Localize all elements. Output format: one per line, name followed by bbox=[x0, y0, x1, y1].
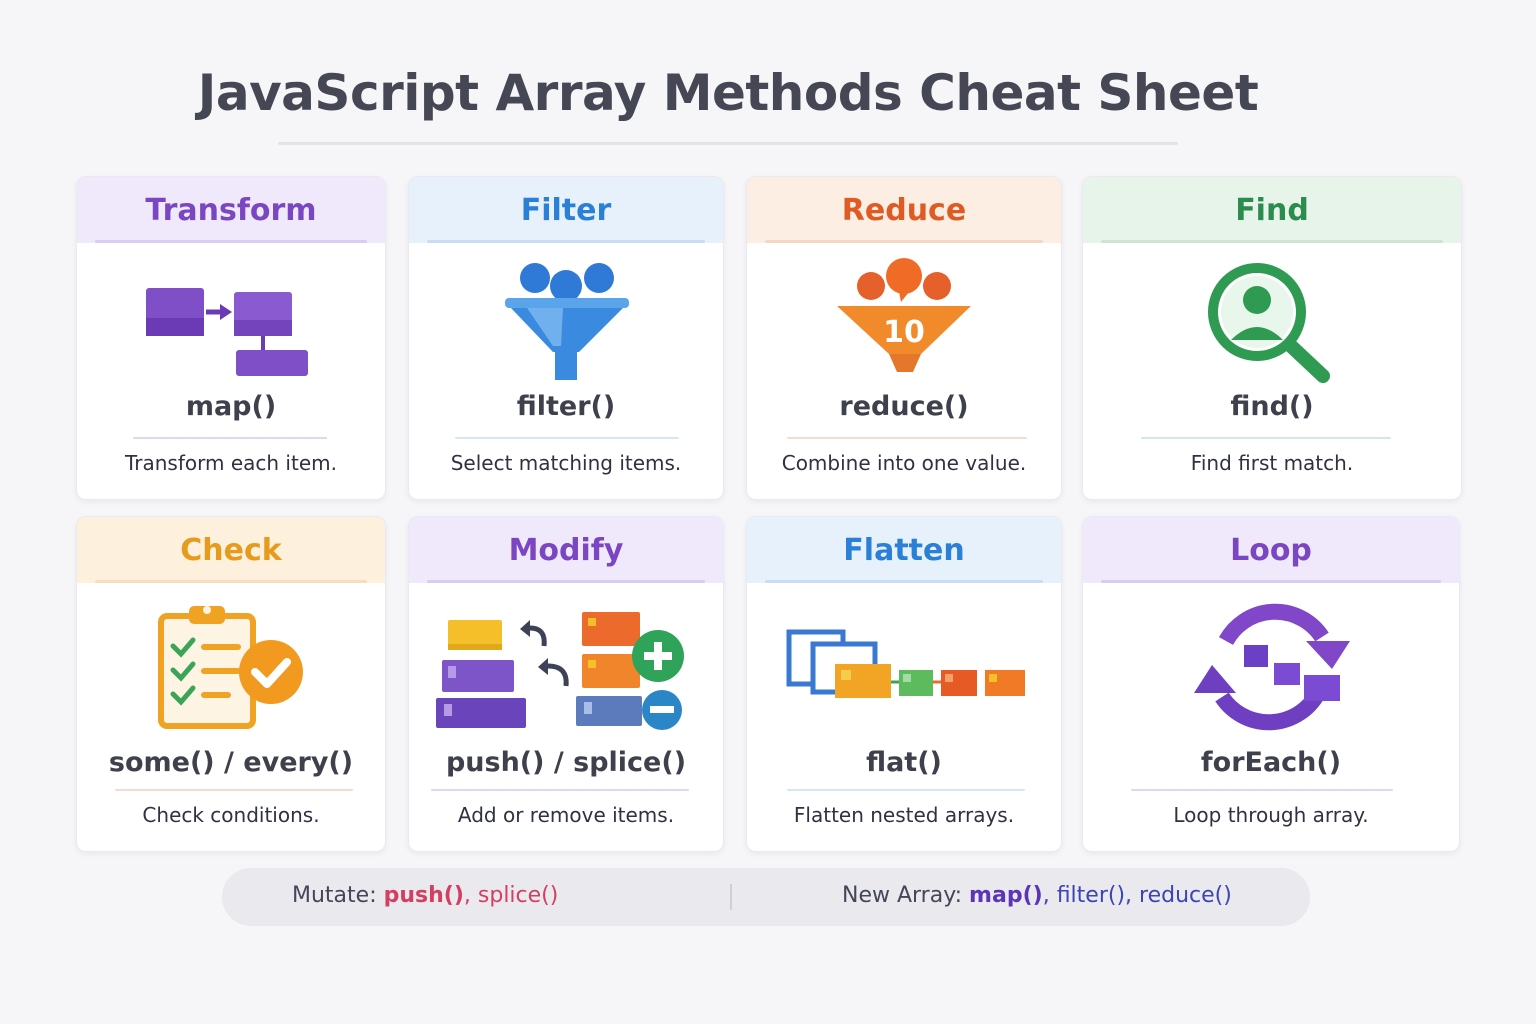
card-reduce: Reduce 10 reduce() Combine into one valu… bbox=[746, 176, 1062, 500]
method-description: Transform each item. bbox=[125, 451, 337, 475]
legend-bar: Mutate: push(), splice() New Array: map(… bbox=[222, 868, 1310, 926]
card-header: Loop bbox=[1083, 517, 1459, 583]
method-name: push() / splice() bbox=[445, 747, 687, 778]
method-name: map() bbox=[185, 391, 277, 422]
mutate-separator: , bbox=[463, 883, 471, 908]
card-header: Modify bbox=[409, 517, 723, 583]
card-category: Filter bbox=[520, 192, 612, 228]
method-description: Loop through array. bbox=[1173, 803, 1369, 827]
new-array-primary: map() bbox=[969, 883, 1043, 908]
page-title: JavaScript Array Methods Cheat Sheet bbox=[197, 64, 1259, 122]
method-name: flat() bbox=[866, 747, 942, 778]
card-modify: Modify push() / splice() Add or remove i… bbox=[408, 516, 724, 852]
mutate-secondary: splice() bbox=[477, 883, 559, 908]
card-filter: Filter filter() Select matching items. bbox=[408, 176, 724, 500]
method-description: Combine into one value. bbox=[781, 451, 1027, 475]
method-name: reduce() bbox=[839, 391, 969, 422]
new-array-separator: , bbox=[1042, 883, 1050, 908]
method-name: find() bbox=[1230, 391, 1314, 422]
card-category: Find bbox=[1235, 192, 1309, 228]
card-header: Transform bbox=[77, 177, 385, 243]
card-loop: Loop forEach() Loop through array. bbox=[1082, 516, 1460, 852]
card-category: Transform bbox=[145, 192, 317, 228]
add-remove-blocks-icon bbox=[436, 612, 684, 730]
method-description: Find first match. bbox=[1190, 451, 1354, 475]
card-header: Reduce bbox=[747, 177, 1061, 243]
card-category: Check bbox=[180, 532, 282, 568]
loop-cycle-icon bbox=[1194, 603, 1350, 731]
new-array-legend: New Array: map(), filter(), reduce() bbox=[842, 883, 1232, 908]
method-name: some() / every() bbox=[108, 747, 354, 778]
card-check: Check some() / every() Check conditions. bbox=[76, 516, 386, 852]
card-transform: Transform map() Transform each item. bbox=[76, 176, 386, 500]
method-name: filter() bbox=[516, 391, 616, 422]
card-header: Check bbox=[77, 517, 385, 583]
magnifier-user-icon bbox=[1208, 263, 1330, 383]
mutate-primary: push() bbox=[383, 883, 464, 908]
card-category: Reduce bbox=[841, 192, 967, 228]
funnel-filter-icon bbox=[505, 263, 629, 380]
card-category: Modify bbox=[508, 532, 624, 568]
card-category: Flatten bbox=[843, 532, 965, 568]
map-transform-icon bbox=[146, 288, 308, 376]
method-description: Select matching items. bbox=[450, 451, 682, 475]
mutate-legend: Mutate: push(), splice() bbox=[292, 883, 558, 908]
clipboard-check-icon bbox=[158, 606, 303, 729]
mutate-label: Mutate: bbox=[292, 883, 377, 908]
card-header: Find bbox=[1083, 177, 1461, 243]
card-header: Flatten bbox=[747, 517, 1061, 583]
card-header: Filter bbox=[409, 177, 723, 243]
svg-text:10: 10 bbox=[883, 315, 925, 350]
title-divider bbox=[278, 142, 1178, 145]
reduce-funnel-icon: 10 bbox=[837, 258, 971, 372]
legend-divider bbox=[730, 884, 732, 910]
method-description: Check conditions. bbox=[142, 803, 320, 827]
card-flatten: Flatten flat() Flatten nested arrays. bbox=[746, 516, 1062, 852]
method-name: forEach() bbox=[1200, 747, 1342, 778]
card-category: Loop bbox=[1230, 532, 1312, 568]
flatten-arrays-icon bbox=[786, 629, 1025, 698]
method-description: Add or remove items. bbox=[457, 803, 675, 827]
card-find: Find find() Find first match. bbox=[1082, 176, 1462, 500]
new-array-secondary: filter(), reduce() bbox=[1056, 883, 1232, 908]
method-description: Flatten nested arrays. bbox=[793, 803, 1015, 827]
new-array-label: New Array: bbox=[842, 883, 963, 908]
